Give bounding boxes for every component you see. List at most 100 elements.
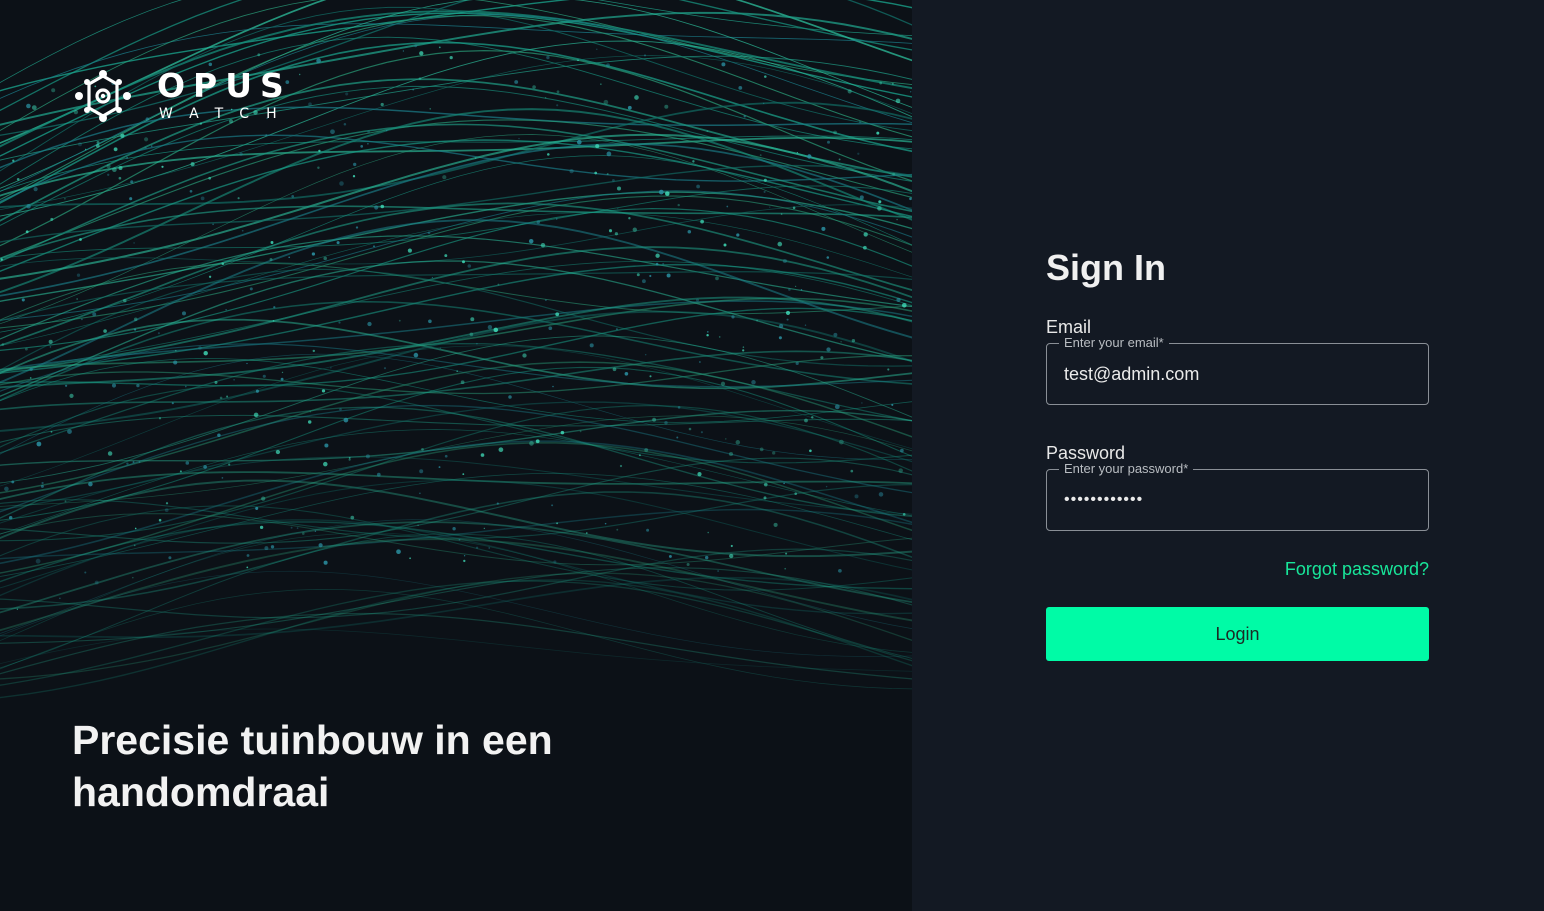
wave-particle (800, 289, 803, 291)
email-input[interactable] (1047, 344, 1428, 404)
wave-particle (850, 469, 854, 473)
wave-particle (132, 461, 135, 464)
wave-particle (458, 538, 461, 541)
wave-particle (112, 167, 117, 173)
wave-particle (616, 186, 622, 191)
wave-particle (270, 545, 275, 549)
wave-particle (706, 333, 709, 337)
wave-particle (692, 160, 695, 163)
wave-particle (360, 145, 364, 148)
wave-particle (695, 298, 700, 302)
wave-particle (879, 81, 883, 85)
wave-particle (792, 206, 796, 210)
wave-particle (594, 171, 598, 175)
wave-particle (275, 449, 281, 455)
wave-particle (730, 544, 733, 548)
wave-particle (833, 332, 838, 337)
wave-particle (376, 472, 381, 477)
password-input[interactable] (1047, 470, 1428, 530)
wave-particle (438, 466, 441, 469)
brand-logo[interactable]: OPUS WATCH (73, 68, 294, 124)
wave-particle (352, 175, 356, 178)
wave-particle (138, 461, 141, 463)
wave-particle (467, 264, 472, 268)
wave-particle (861, 402, 863, 404)
wave-line (0, 190, 912, 321)
wave-particle (246, 566, 249, 569)
wave-particle (528, 238, 534, 244)
wave-particle (29, 377, 32, 379)
wave-particle (763, 102, 765, 104)
wave-particle (463, 555, 466, 557)
wave-particle (239, 152, 243, 156)
wave-particle (514, 80, 519, 84)
forgot-password-link[interactable]: Forgot password? (1285, 559, 1429, 579)
wave-particle (380, 102, 384, 107)
wave-particle (438, 46, 441, 49)
password-field[interactable]: Enter your password* (1046, 461, 1429, 531)
wave-particle (76, 273, 81, 277)
wave-particle (715, 276, 719, 281)
wave-particle (431, 276, 434, 279)
wave-particle (419, 51, 424, 56)
wave-particle (742, 346, 745, 348)
wave-particle (878, 200, 882, 204)
wave-particle (323, 560, 328, 565)
wave-particle (179, 470, 182, 473)
wave-particle (311, 252, 316, 256)
wave-particle (233, 378, 235, 381)
wave-particle (743, 115, 746, 118)
wave-particle (324, 443, 329, 448)
wave-particle (676, 436, 679, 439)
wave-particle (833, 130, 837, 135)
email-label: Email (1046, 317, 1092, 337)
wave-particle (529, 441, 534, 446)
wave-particle (29, 367, 33, 371)
wave-particle (323, 256, 327, 261)
wave-particle (643, 54, 647, 57)
wave-particle (462, 473, 465, 475)
wave-particle (350, 515, 355, 520)
wave-particle (348, 458, 351, 461)
wave-particle (786, 318, 789, 321)
wave-particle (386, 129, 388, 132)
wave-particle (876, 131, 880, 135)
wave-particle (85, 148, 87, 151)
wave-particle (696, 184, 700, 189)
wave-particle (773, 522, 778, 527)
wave-particle (106, 164, 111, 169)
wave-particle (396, 549, 401, 555)
wave-particle (545, 299, 547, 301)
wave-particle (606, 151, 612, 157)
wave-particle (353, 162, 357, 167)
wave-particle (840, 341, 842, 343)
wave-particle (79, 238, 82, 241)
wave-particle (463, 559, 466, 563)
wave-particle (414, 44, 418, 48)
password-label: Password (1046, 443, 1126, 463)
wave-particle (780, 213, 783, 215)
wave-particle (617, 207, 619, 210)
wave-particle (896, 297, 901, 302)
wave-particle (36, 441, 42, 447)
login-button[interactable]: Login (1046, 607, 1429, 661)
wave-particle (706, 130, 709, 133)
wave-particle (217, 433, 221, 437)
wave-particle (662, 262, 665, 265)
wave-particle (666, 273, 671, 278)
wave-particle (88, 481, 93, 487)
email-field[interactable]: Enter your email* (1046, 335, 1429, 405)
wave-particle (273, 306, 276, 309)
wave-particle (655, 253, 660, 258)
wave-particle (214, 380, 218, 384)
wave-particle (877, 206, 882, 211)
wave-particle (373, 245, 375, 248)
wave-particle (355, 226, 359, 229)
wave-particle (699, 361, 701, 363)
wave-particle (579, 430, 582, 433)
wave-particle (717, 570, 719, 572)
wave-particle (94, 580, 99, 585)
wave-particle (544, 97, 547, 99)
wave-particle (462, 260, 465, 264)
wave-line (0, 260, 912, 397)
